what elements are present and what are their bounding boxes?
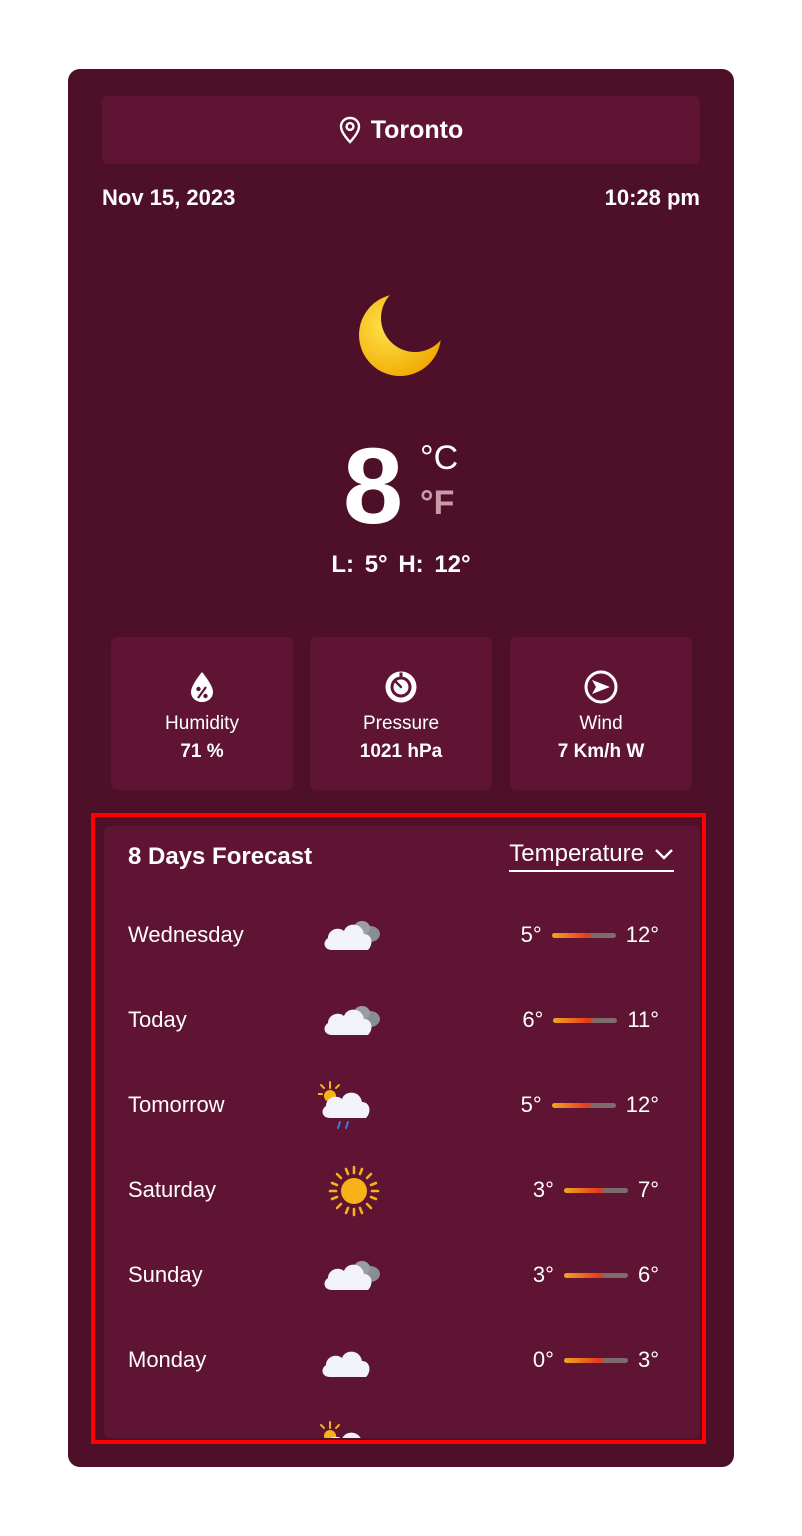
forecast-row-partial[interactable]: [104, 1416, 700, 1438]
forecast-high: 7°: [637, 1177, 659, 1202]
cloud-icon: [324, 1261, 380, 1290]
humidity-label: Humidity: [165, 713, 239, 734]
forecast-day: Monday: [128, 1347, 207, 1372]
forecast-low: 3°: [532, 1177, 554, 1202]
forecast-title: 8 Days Forecast: [128, 843, 313, 870]
temperature-range-bar: [551, 1102, 616, 1108]
wind-label: Wind: [579, 713, 623, 734]
pressure-value: 1021 hPa: [359, 741, 443, 762]
cloud-icon: [322, 1351, 370, 1377]
sun-cloud-rain-icon: [318, 1081, 370, 1129]
forecast-day: Today: [128, 1007, 187, 1032]
forecast-day: Saturday: [128, 1177, 217, 1202]
temperature-range-bar: [563, 1187, 628, 1193]
forecast-day: Tomorrow: [128, 1092, 225, 1117]
temperature-range-bar: [563, 1272, 628, 1278]
current-date: Nov 15, 2023: [102, 185, 236, 210]
forecast-low: 3°: [532, 1262, 554, 1287]
location-bar[interactable]: Toronto: [102, 96, 700, 164]
forecast-range: 0° 3°: [533, 1347, 659, 1373]
current-temperature: 8 °C °F: [68, 431, 734, 541]
forecast-high: 3°: [637, 1347, 659, 1372]
forecast-range: 6° 11°: [522, 1007, 659, 1033]
temperature-value: 8: [343, 425, 404, 546]
forecast-low: 6°: [522, 1007, 544, 1032]
map-pin-icon: [339, 116, 360, 144]
pressure-label: Pressure: [362, 713, 440, 734]
current-time: 10:28 pm: [604, 185, 700, 210]
forecast-high: 12°: [625, 1092, 659, 1117]
cloud-icon: [324, 921, 380, 950]
chevron-down-icon: [655, 849, 673, 860]
weather-card: Toronto Nov 15, 2023 10:28 pm 8 °C °F L:…: [68, 69, 734, 1467]
forecast-range: 3° 6°: [533, 1262, 659, 1288]
cloud-icon: [324, 1006, 380, 1035]
humidity-card: Humidity 71 %: [111, 637, 293, 790]
forecast-high: 11°: [627, 1007, 659, 1032]
forecast-low: 5°: [520, 1092, 542, 1117]
forecast-range: 5° 12°: [521, 1092, 659, 1118]
wind-value: 7 Km/h W: [557, 741, 645, 762]
forecast-row-tomorrow[interactable]: Tomorrow 5° 12°: [104, 1076, 700, 1136]
forecast-row-wednesday[interactable]: Wednesday 5° 12°: [104, 906, 700, 966]
pressure-card: Pressure 1021 hPa: [310, 637, 492, 790]
moon-icon: [359, 294, 441, 376]
temperature-range-bar: [553, 1017, 618, 1023]
city-name: Toronto: [370, 115, 464, 144]
forecast-low: 0°: [532, 1347, 554, 1372]
sun-cloud-icon: [320, 1421, 361, 1438]
forecast-metric-dropdown[interactable]: Temperature: [509, 840, 674, 872]
sun-icon: [328, 1165, 380, 1217]
wind-direction-icon: [584, 670, 618, 704]
pressure-gauge-icon: [385, 671, 417, 703]
forecast-day: Wednesday: [128, 922, 244, 947]
humidity-value: 71 %: [180, 741, 224, 762]
forecast-low: 5°: [520, 922, 542, 947]
fahrenheit-toggle[interactable]: °F: [420, 483, 454, 523]
forecast-range: 3° 7°: [533, 1177, 659, 1203]
celsius-toggle[interactable]: °C: [420, 438, 458, 478]
wind-card: Wind 7 Km/h W: [510, 637, 692, 790]
forecast-day: Sunday: [128, 1262, 203, 1287]
temperature-range-bar: [551, 932, 616, 938]
forecast-panel: 8 Days Forecast Temperature Wednesday 5°…: [104, 826, 700, 1438]
forecast-row-sunday[interactable]: Sunday 3° 6°: [104, 1246, 700, 1306]
forecast-row-today[interactable]: Today 6° 11°: [104, 991, 700, 1051]
forecast-row-monday[interactable]: Monday 0° 3°: [104, 1331, 700, 1391]
temperature-range-bar: [563, 1357, 628, 1363]
forecast-high: 6°: [637, 1262, 659, 1287]
humidity-drop-icon: [191, 672, 213, 702]
forecast-metric-label: Temperature: [509, 840, 644, 867]
low-high-temperature: L: 5° H: 12°: [331, 551, 471, 578]
forecast-high: 12°: [625, 922, 659, 947]
forecast-range: 5° 12°: [521, 922, 659, 948]
forecast-row-saturday[interactable]: Saturday 3° 7°: [104, 1161, 700, 1221]
